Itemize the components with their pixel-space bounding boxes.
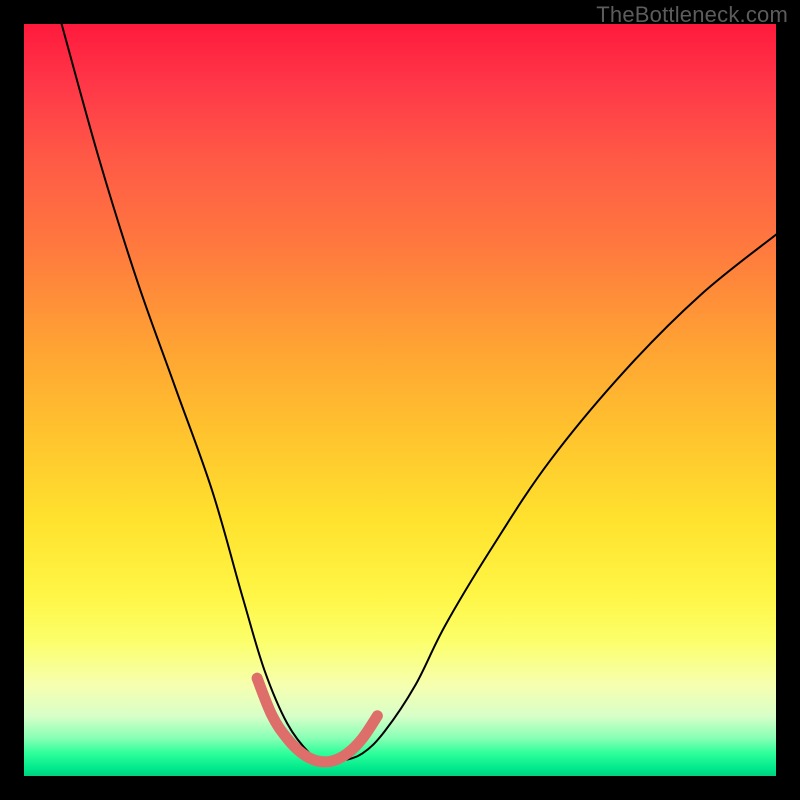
sweet-spot-overlay — [257, 678, 377, 762]
chart-area — [24, 24, 776, 776]
watermark-text: TheBottleneck.com — [596, 2, 788, 28]
bottleneck-curve-svg — [24, 24, 776, 776]
bottleneck-curve — [62, 24, 776, 762]
